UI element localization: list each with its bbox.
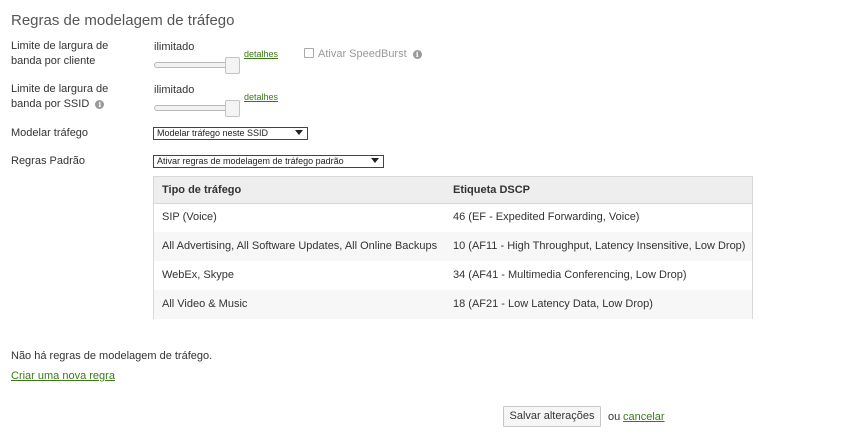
column-header-traffic-type: Tipo de tráfego <box>162 184 242 196</box>
cell-dscp-tag: 10 (AF11 - High Throughput, Latency Inse… <box>453 240 746 252</box>
cell-traffic-type: All Video & Music <box>162 298 248 310</box>
table-row: All Video & Music 18 (AF21 - Low Latency… <box>154 290 752 319</box>
bandwidth-per-ssid-slider-handle[interactable] <box>225 100 240 117</box>
bandwidth-per-client-slider-track[interactable] <box>154 62 236 68</box>
bandwidth-per-ssid-details-link[interactable]: detalhes <box>244 92 278 102</box>
no-rules-message: Não há regras de modelagem de tráfego. <box>11 350 213 362</box>
bandwidth-per-ssid-label: Limite de largura de banda por SSID i <box>11 82 108 112</box>
cell-traffic-type: All Advertising, All Software Updates, A… <box>162 240 438 252</box>
or-text: ou <box>608 411 621 423</box>
shape-traffic-select[interactable]: Modelar tráfego neste SSID <box>153 127 308 140</box>
default-rules-label: Regras Padrão <box>11 155 85 167</box>
bandwidth-per-client-label: Limite de largura de banda por cliente <box>11 39 108 69</box>
save-changes-button[interactable]: Salvar alterações <box>503 406 601 427</box>
cell-dscp-tag: 34 (AF41 - Multimedia Conferencing, Low … <box>453 269 687 281</box>
table-row: WebEx, Skype 34 (AF41 - Multimedia Confe… <box>154 261 752 290</box>
shape-traffic-label: Modelar tráfego <box>11 127 89 139</box>
chevron-down-icon <box>295 130 303 135</box>
column-header-dscp-tag: Etiqueta DSCP <box>453 184 531 196</box>
bandwidth-per-client-slider-handle[interactable] <box>225 57 240 74</box>
table-row: SIP (Voice) 46 (EF - Expedited Forwardin… <box>154 203 752 232</box>
bandwidth-per-client-details-link[interactable]: detalhes <box>244 49 278 59</box>
cell-dscp-tag: 18 (AF21 - Low Latency Data, Low Drop) <box>453 298 653 310</box>
bandwidth-per-client-label-line1: Limite de largura de <box>11 40 109 52</box>
create-rule-link[interactable]: Criar uma nova regra <box>11 370 115 382</box>
table-row: All Advertising, All Software Updates, A… <box>154 232 752 261</box>
bandwidth-per-client-label-line2: banda por cliente <box>11 55 96 67</box>
bandwidth-per-ssid-info-icon[interactable]: i <box>95 99 105 109</box>
bandwidth-per-ssid-label-line2-wrap: banda por SSID i <box>11 97 108 112</box>
speedburst-label-text: Ativar SpeedBurst <box>318 48 407 60</box>
speedburst-label: Ativar SpeedBurst i <box>318 48 422 60</box>
speedburst-info-icon[interactable]: i <box>412 49 422 59</box>
shape-traffic-selected: Modelar tráfego neste SSID <box>157 128 269 138</box>
bandwidth-per-client-value: ilimitado <box>154 41 195 53</box>
bandwidth-per-ssid-slider-track[interactable] <box>154 105 236 111</box>
cell-traffic-type: SIP (Voice) <box>162 211 217 223</box>
bandwidth-per-ssid-label-line2: banda por SSID <box>11 98 90 110</box>
chevron-down-icon <box>371 158 379 163</box>
bandwidth-per-ssid-value: ilimitado <box>154 84 195 96</box>
default-rules-select[interactable]: Ativar regras de modelagem de tráfego pa… <box>153 155 384 168</box>
traffic-rules-table: Tipo de tráfego Etiqueta DSCP SIP (Voice… <box>153 176 753 319</box>
cell-traffic-type: WebEx, Skype <box>162 269 234 281</box>
default-rules-selected: Ativar regras de modelagem de tráfego pa… <box>157 156 344 166</box>
speedburst-checkbox[interactable] <box>304 48 314 58</box>
cell-dscp-tag: 46 (EF - Expedited Forwarding, Voice) <box>453 211 640 223</box>
table-header: Tipo de tráfego Etiqueta DSCP <box>154 177 752 204</box>
page-title: Regras de modelagem de tráfego <box>11 12 235 29</box>
cancel-link[interactable]: cancelar <box>623 411 665 423</box>
bandwidth-per-ssid-label-line1: Limite de largura de <box>11 83 109 95</box>
